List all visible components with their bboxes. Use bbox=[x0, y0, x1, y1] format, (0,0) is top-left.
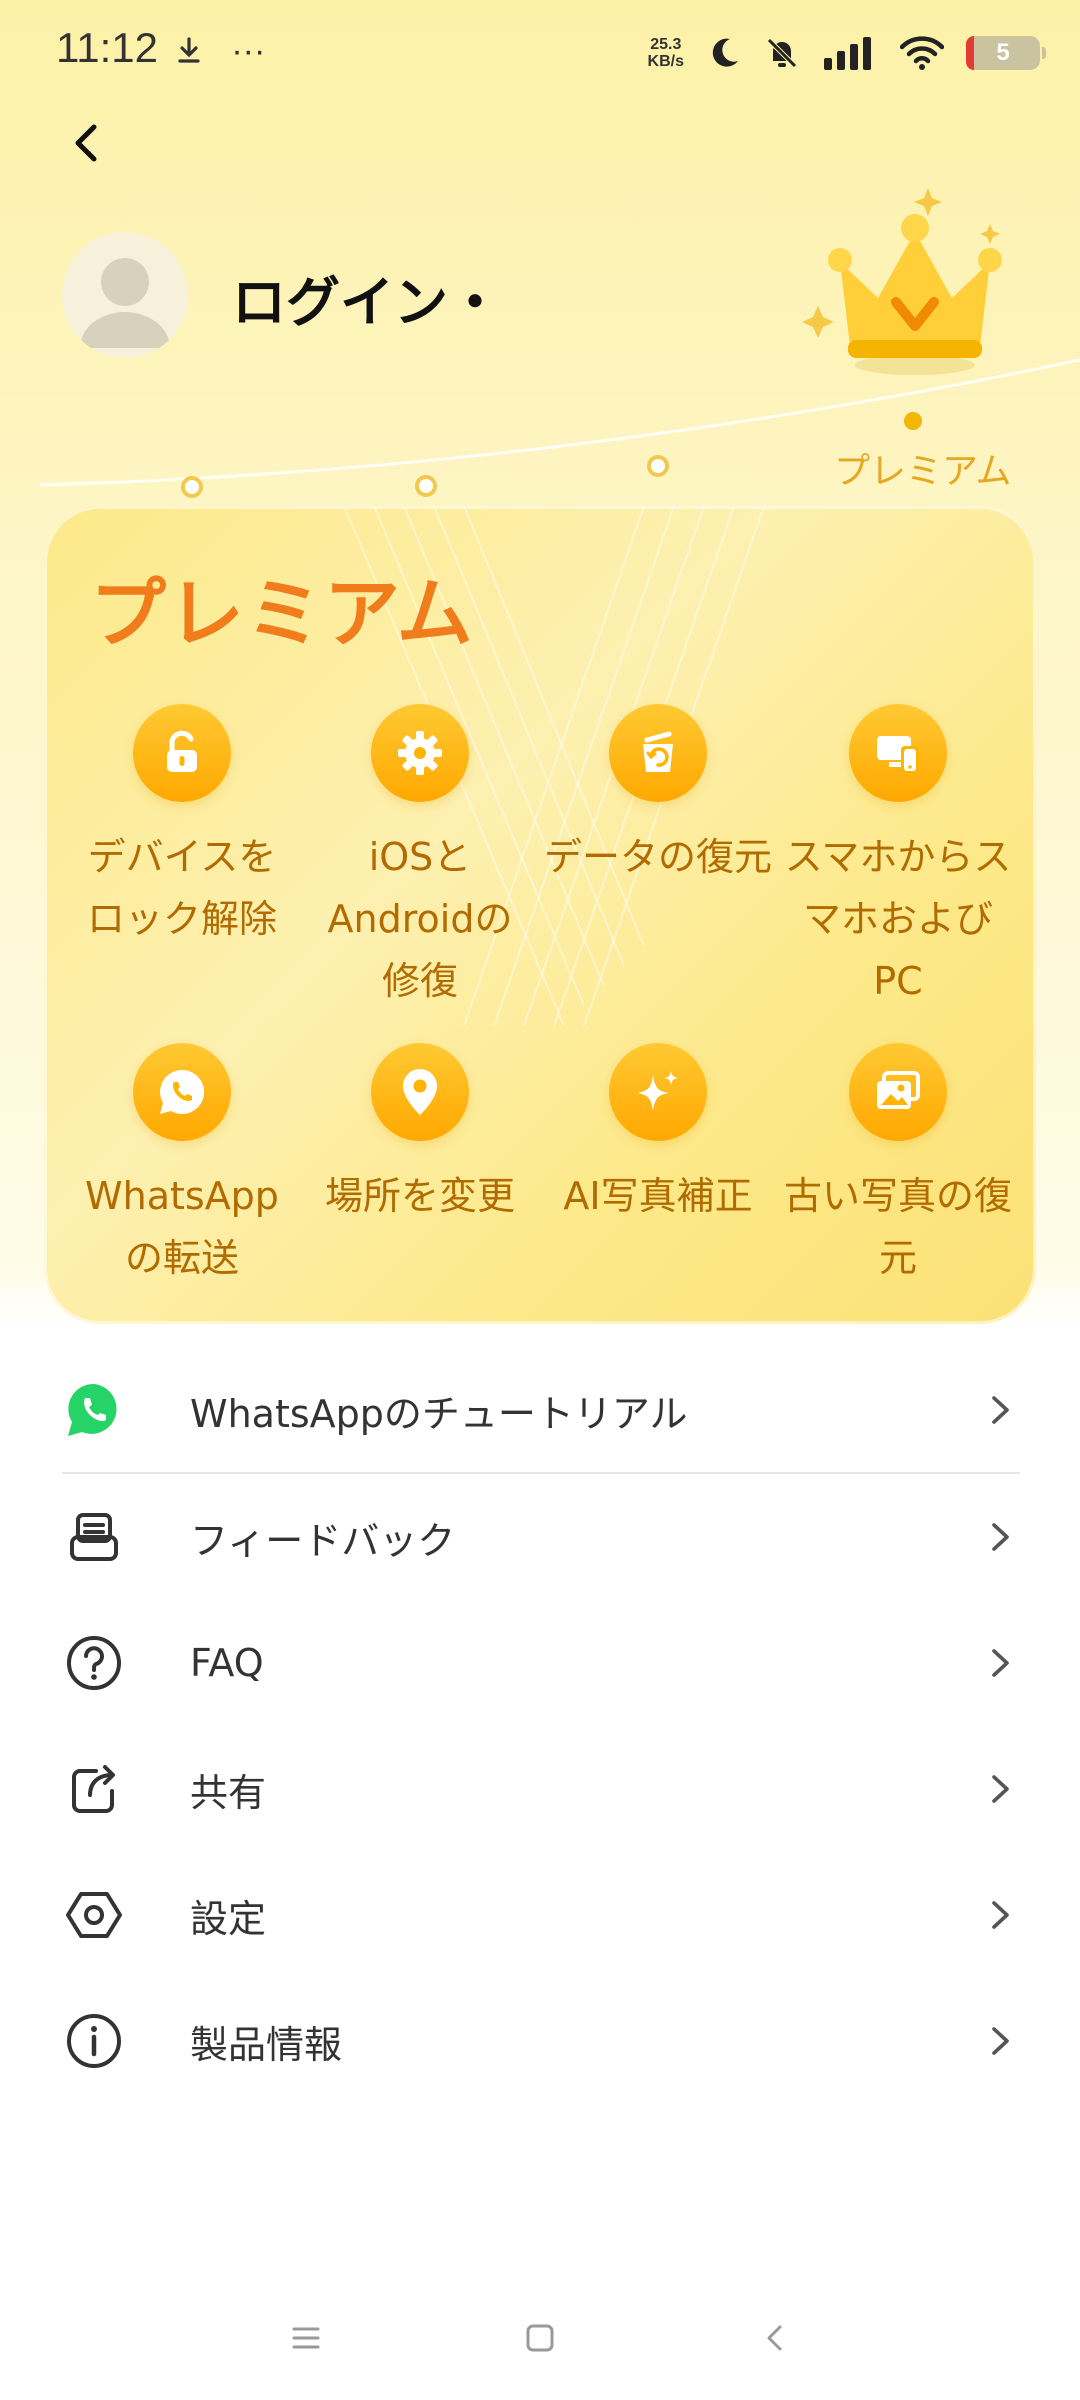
whatsapp-icon bbox=[62, 1378, 126, 1442]
level-dot bbox=[647, 455, 669, 477]
menu-item-product-info[interactable]: 製品情報 bbox=[62, 1978, 1020, 2104]
whatsapp-icon bbox=[133, 1043, 231, 1141]
level-dot bbox=[181, 476, 203, 498]
status-icons: 25.3 KB/s 5 bbox=[647, 28, 1046, 78]
gear-icon bbox=[371, 704, 469, 802]
signal-icon bbox=[824, 37, 871, 70]
location-pin-icon bbox=[371, 1043, 469, 1141]
feature-old-photo-restore[interactable]: 古い写真の復元 bbox=[782, 1043, 1014, 1289]
chevron-right-icon bbox=[992, 1649, 1009, 1677]
feedback-icon bbox=[62, 1505, 126, 1569]
level-label-premium: プレミアム bbox=[834, 451, 1012, 492]
feature-ios-android-repair[interactable]: iOSとAndroidの修復 bbox=[304, 704, 536, 1012]
premium-card-title: プレミアム bbox=[90, 569, 475, 658]
chevron-right-icon bbox=[992, 2027, 1009, 2055]
feature-ai-photo[interactable]: AI写真補正 bbox=[542, 1043, 774, 1227]
settings-hex-icon bbox=[62, 1883, 126, 1947]
menu-item-share[interactable]: 共有 bbox=[62, 1726, 1020, 1852]
wifi-icon bbox=[900, 36, 944, 70]
chevron-right-icon bbox=[992, 1901, 1009, 1929]
menu-item-faq[interactable]: FAQ bbox=[62, 1600, 1020, 1726]
feature-data-recovery[interactable]: データの復元 bbox=[542, 704, 774, 888]
sparkle-icon bbox=[609, 1043, 707, 1141]
status-time: 11:12 ··· bbox=[56, 24, 266, 71]
status-more: ··· bbox=[231, 32, 266, 70]
unlock-icon bbox=[133, 704, 231, 802]
nav-back-icon[interactable] bbox=[760, 2322, 792, 2354]
feature-change-location[interactable]: 場所を変更 bbox=[304, 1043, 536, 1227]
chevron-right-icon bbox=[992, 1396, 1009, 1424]
info-icon bbox=[62, 2009, 126, 2073]
back-button[interactable] bbox=[60, 115, 116, 171]
menu-item-feedback[interactable]: フィードバック bbox=[62, 1474, 1020, 1600]
chevron-right-icon bbox=[992, 1775, 1009, 1803]
question-icon bbox=[62, 1631, 126, 1695]
feature-whatsapp-transfer[interactable]: WhatsAppの転送 bbox=[66, 1043, 298, 1289]
restore-bin-icon bbox=[609, 704, 707, 802]
moon-icon bbox=[712, 38, 738, 67]
system-nav-bar bbox=[0, 2300, 1080, 2380]
menu-item-settings[interactable]: 設定 bbox=[62, 1852, 1020, 1978]
level-dot bbox=[415, 475, 437, 497]
login-link[interactable]: ログイン・ bbox=[232, 258, 502, 337]
crown-icon bbox=[802, 188, 1002, 375]
feature-phone-transfer[interactable]: スマホからスマホおよびPC bbox=[782, 704, 1014, 1012]
download-icon bbox=[178, 37, 200, 63]
feature-unlock-device[interactable]: デバイスをロック解除 bbox=[66, 704, 298, 950]
net-speed: 25.3 KB/s bbox=[647, 36, 684, 70]
menu-item-whatsapp-tutorial[interactable]: WhatsAppのチュートリアル bbox=[62, 1347, 1020, 1473]
share-icon bbox=[62, 1757, 126, 1821]
photo-icon bbox=[849, 1043, 947, 1141]
chevron-right-icon bbox=[992, 1523, 1009, 1551]
level-dot-active bbox=[904, 412, 922, 430]
bell-muted-icon bbox=[767, 38, 797, 68]
battery-indicator: 5 bbox=[966, 36, 1046, 70]
home-icon[interactable] bbox=[524, 2322, 556, 2354]
recents-menu-icon[interactable] bbox=[290, 2322, 322, 2354]
devices-icon bbox=[849, 704, 947, 802]
